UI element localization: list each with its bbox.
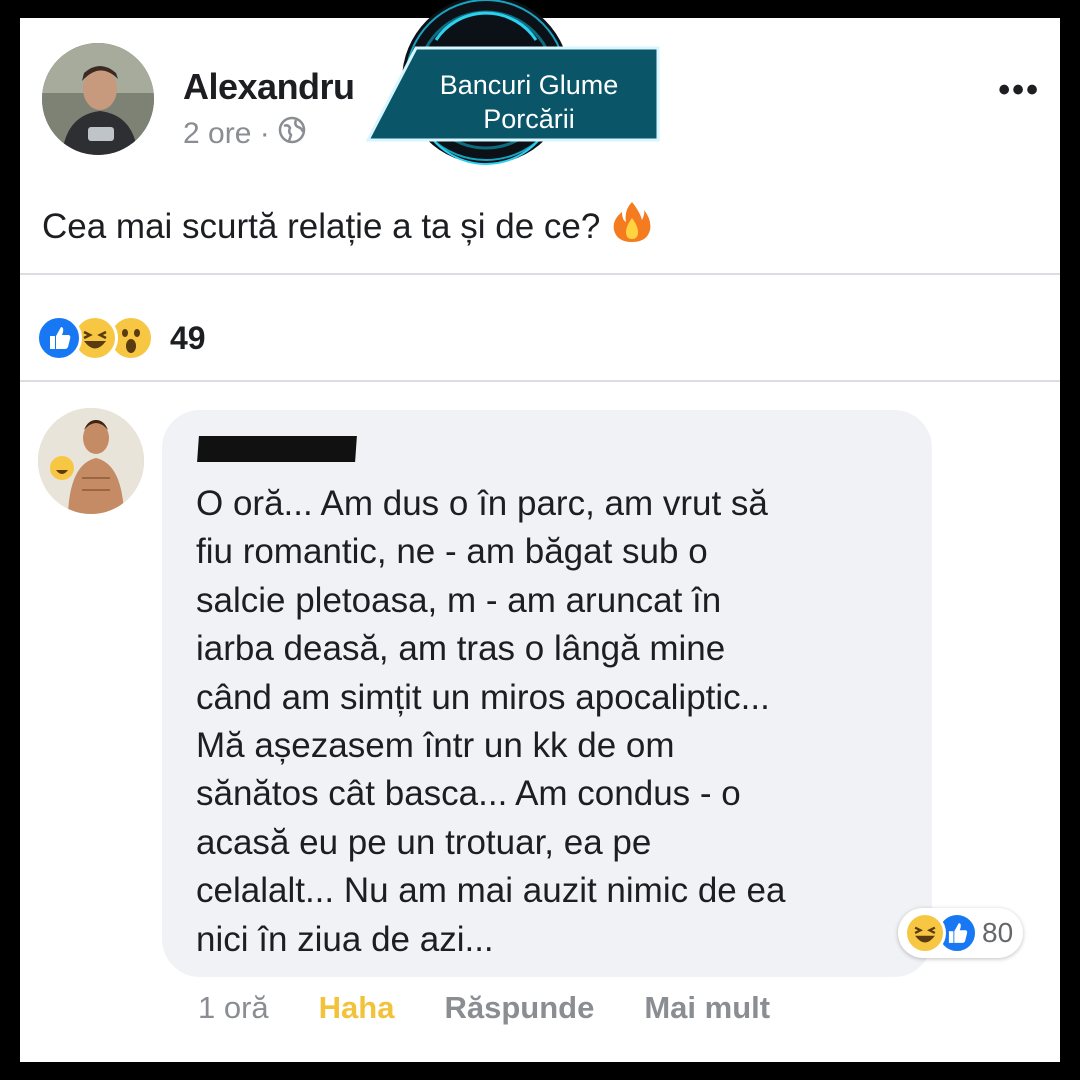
like-reaction-icon [36,315,82,361]
watermark-line: Bancuri Glume [439,70,619,100]
post-text: Cea mai scurtă relație a ta și de ce? [42,206,601,246]
comment-line: O oră... Am dus o în parc, am vrut să [196,484,768,523]
watermark-text: Bancuri Glume Porcării [410,68,648,136]
post-text-row: Cea mai scurtă relație a ta și de ce? [42,200,652,253]
fire-icon [612,200,652,253]
post-meta: 2 ore · [183,116,306,152]
comment-time[interactable]: 1 oră [198,990,269,1026]
comment-line: salcie pletoasa, m - am aruncat în [196,580,722,620]
post-time[interactable]: 2 ore · [183,117,270,151]
comment-bubble: O oră... Am dus o în parc, am vrut să fi… [162,410,932,977]
post-reactions[interactable]: 49 [36,308,206,368]
redacted-commenter-name [197,436,357,462]
comment-line: sănătos cât basca... Am condus - o [196,774,741,814]
post-reaction-count[interactable]: 49 [170,320,206,357]
globe-icon [278,116,306,152]
comment-reactions[interactable]: 80 [898,908,1024,958]
comment-line: acasă eu pe un trotuar, ea pe [196,822,652,862]
comment-line: fiu romantic, ne - am băgat sub o [196,532,708,572]
commenter-avatar[interactable] [38,408,144,514]
more-button[interactable]: Mai mult [644,990,770,1026]
divider [20,273,1060,275]
divider [20,380,1060,382]
comment-reaction-count: 80 [982,917,1014,948]
watermark-line: Porcării [483,104,575,134]
comment-text: O oră... Am dus o în parc, am vrut să fi… [196,480,926,964]
comment-line: când am simțit un miros apocaliptic... [196,677,770,717]
haha-button[interactable]: Haha [319,990,395,1026]
author-name[interactable]: Alexandru [183,66,355,108]
comment-line: celalalt... Nu am mai auzit nimic de ea [196,871,786,911]
author-avatar[interactable] [42,43,154,155]
comment-actions: 1 oră Haha Răspunde Mai mult [198,990,770,1026]
comment-line: iarba deasă, am tras o lângă mine [196,629,726,669]
comment-line: Mă așezasem într un kk de om [196,726,675,766]
haha-reaction-icon [904,912,946,954]
comment-line: nici în ziua de azi... [196,919,494,959]
more-options-button[interactable]: ••• [998,73,1040,107]
reply-button[interactable]: Răspunde [444,990,594,1026]
